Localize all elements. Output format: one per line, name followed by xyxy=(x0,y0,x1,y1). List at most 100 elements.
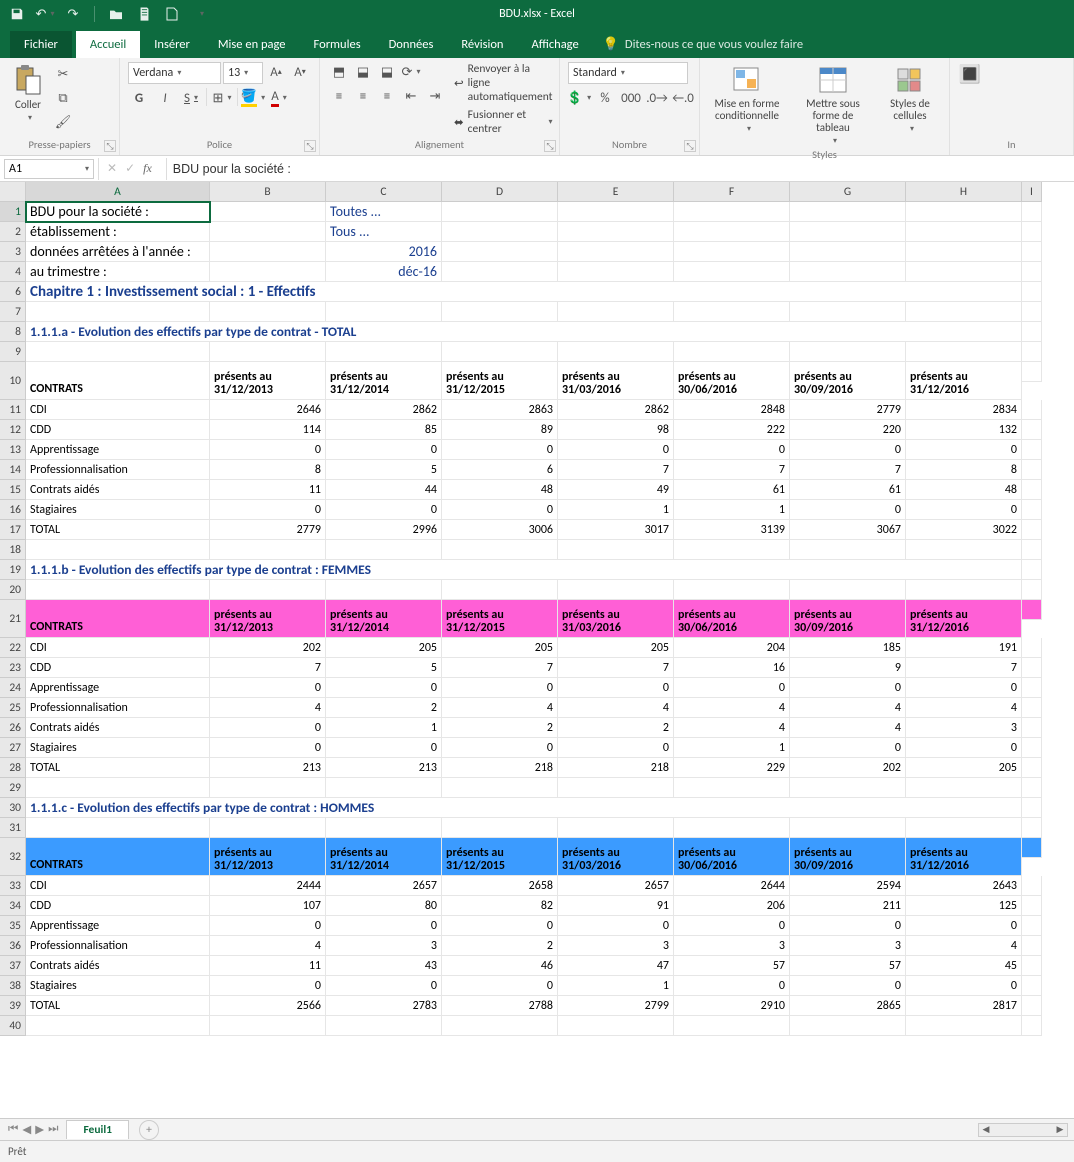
cell[interactable] xyxy=(210,580,326,600)
cell[interactable]: 0 xyxy=(442,500,558,520)
dialog-launcher-icon[interactable]: ⤡ xyxy=(104,140,116,152)
cell[interactable] xyxy=(906,302,1022,322)
row-header[interactable]: 27 xyxy=(0,738,26,758)
cell[interactable]: 0 xyxy=(442,976,558,996)
cell[interactable]: 205 xyxy=(442,638,558,658)
cell[interactable]: 0 xyxy=(210,916,326,936)
cell[interactable]: Toutes ... xyxy=(326,202,442,222)
cell[interactable] xyxy=(442,262,558,282)
cell[interactable]: 2783 xyxy=(326,996,442,1016)
cell[interactable]: 89 xyxy=(442,420,558,440)
cell[interactable]: 205 xyxy=(326,638,442,658)
cell[interactable]: 2862 xyxy=(326,400,442,420)
cell[interactable]: 4 xyxy=(674,698,790,718)
cell[interactable]: 191 xyxy=(906,638,1022,658)
cell[interactable] xyxy=(326,1016,442,1036)
cell[interactable]: 0 xyxy=(790,738,906,758)
font-color-icon[interactable]: A▾ xyxy=(268,88,290,108)
cell[interactable]: 3139 xyxy=(674,520,790,540)
cell[interactable] xyxy=(1022,718,1042,738)
cell[interactable] xyxy=(674,262,790,282)
cell[interactable]: 3 xyxy=(326,936,442,956)
cell[interactable] xyxy=(210,222,326,242)
underline-button[interactable]: S▾ xyxy=(180,88,202,108)
cell[interactable] xyxy=(674,818,790,838)
cell[interactable]: présents au31/12/2016 xyxy=(906,362,1022,400)
cell[interactable] xyxy=(1022,798,1042,818)
cell[interactable]: 16 xyxy=(674,658,790,678)
cell[interactable]: 0 xyxy=(326,500,442,520)
cell[interactable] xyxy=(26,1016,210,1036)
row-header[interactable]: 8 xyxy=(0,322,26,342)
thousands-format-icon[interactable]: 000 xyxy=(620,88,642,108)
cell[interactable] xyxy=(674,540,790,560)
cell[interactable] xyxy=(558,222,674,242)
cell[interactable]: 0 xyxy=(326,916,442,936)
cell[interactable]: 4 xyxy=(790,718,906,738)
cell[interactable]: 4 xyxy=(674,718,790,738)
cell[interactable] xyxy=(442,580,558,600)
cell[interactable]: 3022 xyxy=(906,520,1022,540)
cell[interactable]: Professionnalisation xyxy=(26,936,210,956)
cell[interactable] xyxy=(1022,956,1042,976)
name-box[interactable]: A1▾ xyxy=(4,159,94,179)
cell[interactable]: 0 xyxy=(326,738,442,758)
cell[interactable]: présents au31/12/2013 xyxy=(210,362,326,400)
cell[interactable] xyxy=(790,540,906,560)
cell[interactable]: 2865 xyxy=(790,996,906,1016)
cell[interactable]: 1.1.1.a - Evolution des effectifs par ty… xyxy=(26,322,1022,342)
cell[interactable]: 11 xyxy=(210,480,326,500)
cell[interactable] xyxy=(674,302,790,322)
row-header[interactable]: 34 xyxy=(0,896,26,916)
cell[interactable] xyxy=(26,342,210,362)
number-format-combo[interactable]: Standard▾ xyxy=(568,62,688,84)
open-icon[interactable] xyxy=(107,5,125,23)
cell[interactable] xyxy=(1022,440,1042,460)
add-sheet-button[interactable]: + xyxy=(139,1120,159,1140)
cell[interactable] xyxy=(442,778,558,798)
wrap-text-button[interactable]: ↩Renvoyer à la ligne automatiquement xyxy=(454,62,553,104)
cell[interactable] xyxy=(1022,698,1042,718)
cell[interactable]: TOTAL xyxy=(26,758,210,778)
cell[interactable] xyxy=(1022,996,1042,1016)
cell[interactable] xyxy=(1022,342,1042,362)
cell[interactable] xyxy=(442,222,558,242)
cell[interactable]: présents au30/06/2016 xyxy=(674,838,790,876)
cell[interactable]: 114 xyxy=(210,420,326,440)
align-top-icon[interactable]: ⬒ xyxy=(328,62,350,82)
cell[interactable]: 132 xyxy=(906,420,1022,440)
cell[interactable]: 49 xyxy=(558,480,674,500)
cell[interactable] xyxy=(906,1016,1022,1036)
row-header[interactable]: 39 xyxy=(0,996,26,1016)
cell[interactable] xyxy=(674,342,790,362)
row-header[interactable]: 3 xyxy=(0,242,26,262)
cell[interactable] xyxy=(790,302,906,322)
cell[interactable] xyxy=(790,222,906,242)
cell[interactable] xyxy=(1022,758,1042,778)
cell[interactable]: 0 xyxy=(906,916,1022,936)
cell[interactable]: 9 xyxy=(790,658,906,678)
cell[interactable]: 0 xyxy=(906,678,1022,698)
cell[interactable]: 0 xyxy=(674,440,790,460)
cell[interactable]: 0 xyxy=(906,738,1022,758)
tell-me[interactable]: 💡 Dites-nous ce que vous voulez faire xyxy=(593,31,813,58)
tab-file[interactable]: Fichier xyxy=(10,31,72,58)
cell[interactable]: 2658 xyxy=(442,876,558,896)
cell[interactable] xyxy=(1022,818,1042,838)
cell[interactable] xyxy=(1022,222,1042,242)
cell[interactable]: 0 xyxy=(906,500,1022,520)
row-header[interactable]: 22 xyxy=(0,638,26,658)
cell[interactable]: 1 xyxy=(558,976,674,996)
cell[interactable] xyxy=(1022,778,1042,798)
cell[interactable] xyxy=(210,818,326,838)
cell[interactable]: 61 xyxy=(790,480,906,500)
cell[interactable] xyxy=(326,302,442,322)
align-left-icon[interactable]: ≡ xyxy=(328,86,350,106)
cell[interactable] xyxy=(1022,460,1042,480)
cell[interactable] xyxy=(1022,678,1042,698)
cell[interactable]: présents au31/03/2016 xyxy=(558,600,674,638)
row-header[interactable]: 38 xyxy=(0,976,26,996)
cell[interactable]: 202 xyxy=(790,758,906,778)
cell[interactable]: 7 xyxy=(906,658,1022,678)
row-header[interactable]: 30 xyxy=(0,798,26,818)
